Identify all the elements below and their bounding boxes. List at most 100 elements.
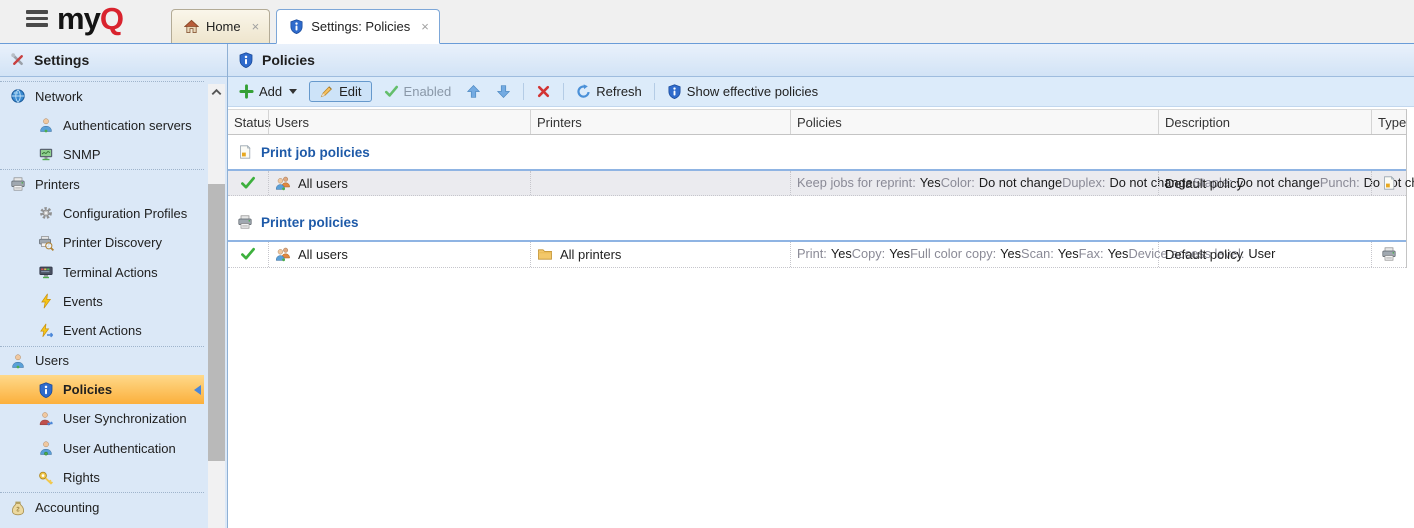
sidebar-item-rights[interactable]: Rights xyxy=(0,463,204,492)
tab-home[interactable]: Home × xyxy=(171,9,270,43)
sidebar-item-user-synchronization[interactable]: User Synchronization xyxy=(0,404,204,433)
enabled-button[interactable]: Enabled xyxy=(381,82,455,101)
sidebar-item-label: User Authentication xyxy=(63,441,176,456)
printer-search-icon xyxy=(38,235,54,251)
policies-toolbar: Add Edit Enabled xyxy=(228,77,1414,107)
terminal-icon xyxy=(38,264,54,280)
users-cell: All users xyxy=(268,242,530,266)
status-cell xyxy=(228,242,268,266)
tab-home-close-icon[interactable]: × xyxy=(252,19,260,34)
sidebar-item-configuration-profiles[interactable]: Configuration Profiles xyxy=(0,199,204,228)
column-header-type[interactable]: Type xyxy=(1371,110,1406,134)
printers-cell xyxy=(530,171,790,195)
sidebar-item-label: Policies xyxy=(63,382,112,397)
sidebar-item-label: Events xyxy=(63,294,103,309)
move-down-button[interactable] xyxy=(493,82,514,101)
settings-nav: Network Authentication servers SNMP Prin… xyxy=(0,77,204,522)
add-button[interactable]: Add xyxy=(236,82,300,101)
sidebar-item-policies[interactable]: Policies xyxy=(0,375,204,404)
sidebar-item-user-authentication[interactable]: User Authentication xyxy=(0,434,204,463)
pencil-icon xyxy=(319,84,334,99)
table-row-printer-default-policy[interactable]: All users All printers Print:Yes Copy:Ye… xyxy=(228,240,1406,267)
show-effective-policies-label: Show effective policies xyxy=(687,84,818,99)
brand: myQ xyxy=(0,3,141,40)
monitor-icon xyxy=(38,146,54,162)
print-job-document-icon xyxy=(237,144,253,160)
sidebar-item-label: Printer Discovery xyxy=(63,235,162,250)
tab-settings-policies-close-icon[interactable]: × xyxy=(421,19,429,34)
shield-icon xyxy=(289,19,304,34)
sidebar-item-event-actions[interactable]: Event Actions xyxy=(0,316,204,345)
table-row-print-job-default-policy[interactable]: All users Keep jobs for reprint:Yes Colo… xyxy=(228,169,1406,196)
column-header-users[interactable]: Users xyxy=(268,110,530,134)
users-value: All users xyxy=(298,176,348,191)
sidebar-item-label: Network xyxy=(35,89,83,104)
tools-icon xyxy=(10,52,26,68)
people-icon xyxy=(275,246,291,262)
scrollbar-up-arrow-icon[interactable] xyxy=(208,84,225,101)
policies-panel-header: Policies xyxy=(228,44,1414,77)
folder-icon xyxy=(537,246,553,262)
group-header-label: Print job policies xyxy=(261,145,370,160)
sidebar-item-network[interactable]: Network xyxy=(0,81,204,110)
people-icon xyxy=(275,175,291,191)
printers-value: All printers xyxy=(560,247,621,262)
scrollbar-thumb[interactable] xyxy=(208,184,225,461)
arrow-down-icon xyxy=(496,84,511,99)
key-icon xyxy=(38,470,54,486)
column-header-printers[interactable]: Printers xyxy=(530,110,790,134)
myq-logo: myQ xyxy=(57,3,123,34)
sidebar-item-users[interactable]: Users xyxy=(0,346,204,375)
top-bar: myQ Home × Settings: Policies × xyxy=(0,0,1414,44)
sidebar-item-snmp[interactable]: SNMP xyxy=(0,140,204,169)
edit-button-label: Edit xyxy=(339,84,361,99)
sidebar-item-accounting[interactable]: Accounting xyxy=(0,492,204,521)
enabled-check-icon xyxy=(240,246,256,262)
sidebar-header: Settings xyxy=(0,44,227,77)
policies-cell: Print:Yes Copy:Yes Full color copy:Yes S… xyxy=(790,242,1158,266)
home-icon xyxy=(184,19,199,34)
printers-cell: All printers xyxy=(530,242,790,266)
sidebar-item-terminal-actions[interactable]: Terminal Actions xyxy=(0,257,204,286)
page-title: Policies xyxy=(262,52,315,68)
delete-button[interactable] xyxy=(533,82,554,101)
plus-icon xyxy=(239,84,254,99)
sidebar-item-label: Rights xyxy=(63,470,100,485)
sidebar-title: Settings xyxy=(34,52,89,68)
settings-sidebar: Settings Network Authentication servers … xyxy=(0,44,228,528)
shield-icon xyxy=(667,84,682,99)
policies-table: Status Users Printers Policies Descripti… xyxy=(228,109,1407,268)
tab-settings-policies[interactable]: Settings: Policies × xyxy=(276,9,440,44)
show-effective-policies-button[interactable]: Show effective policies xyxy=(664,82,821,101)
description-value: Default policy xyxy=(1165,247,1243,262)
sidebar-item-label: User Synchronization xyxy=(63,411,187,426)
policies-panel: Policies Add Edit Enabled xyxy=(228,44,1414,528)
sidebar-item-printer-discovery[interactable]: Printer Discovery xyxy=(0,228,204,257)
shield-icon xyxy=(238,52,254,68)
selected-item-marker xyxy=(194,385,201,395)
sidebar-item-events[interactable]: Events xyxy=(0,287,204,316)
sidebar-item-label: Accounting xyxy=(35,500,99,515)
user-auth-icon xyxy=(38,440,54,456)
print-job-document-icon xyxy=(1381,175,1397,191)
enabled-check-icon xyxy=(240,175,256,191)
column-header-policies[interactable]: Policies xyxy=(790,110,1158,134)
hamburger-menu-icon[interactable] xyxy=(26,10,48,27)
group-header-print-job-policies[interactable]: Print job policies xyxy=(228,135,1406,169)
lightning-icon xyxy=(38,293,54,309)
toolbar-separator xyxy=(523,83,524,100)
sidebar-item-printers[interactable]: Printers xyxy=(0,169,204,198)
column-header-status[interactable]: Status xyxy=(228,110,268,134)
tab-bar: Home × Settings: Policies × xyxy=(171,9,440,43)
sidebar-item-authentication-servers[interactable]: Authentication servers xyxy=(0,110,204,139)
column-header-description[interactable]: Description xyxy=(1158,110,1371,134)
move-up-button[interactable] xyxy=(463,82,484,101)
group-header-printer-policies[interactable]: Printer policies xyxy=(228,204,1406,240)
type-cell xyxy=(1371,242,1406,266)
sidebar-scrollbar[interactable] xyxy=(208,84,225,528)
description-cell: Default policy xyxy=(1158,242,1371,266)
status-cell xyxy=(228,171,268,195)
user-icon xyxy=(38,117,54,133)
edit-button[interactable]: Edit xyxy=(309,81,371,102)
refresh-button[interactable]: Refresh xyxy=(573,82,645,101)
